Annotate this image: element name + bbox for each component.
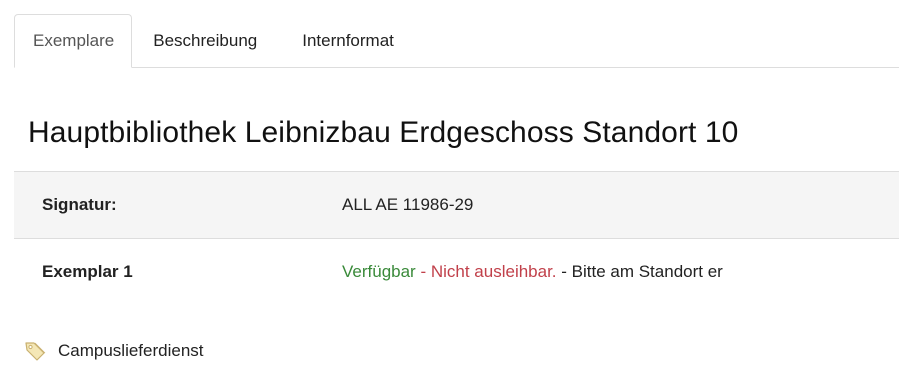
status-separator: - bbox=[415, 262, 431, 282]
tab-exemplare[interactable]: Exemplare bbox=[14, 14, 133, 68]
tab-bar: Exemplare Beschreibung Internformat bbox=[14, 14, 899, 68]
tab-beschreibung-label: Beschreibung bbox=[153, 30, 258, 50]
signature-row: Signatur: ALL AE 11986-29 bbox=[14, 171, 899, 239]
status-note: - Bitte am Standort er bbox=[556, 262, 723, 282]
tab-exemplare-label: Exemplare bbox=[33, 31, 115, 50]
campus-delivery-label: Campuslieferdienst bbox=[58, 341, 204, 360]
copy-label: Exemplar 1 bbox=[42, 262, 133, 282]
tab-internformat[interactable]: Internformat bbox=[257, 14, 394, 67]
signature-label: Signatur: bbox=[42, 195, 117, 214]
signature-value: ALL AE 11986-29 bbox=[342, 195, 474, 214]
copy-status: Verfügbar - Nicht ausleihbar. - Bitte am… bbox=[342, 239, 899, 306]
tab-internformat-label: Internformat bbox=[302, 30, 394, 50]
status-available: Verfügbar bbox=[342, 262, 416, 282]
campus-delivery-link[interactable]: Campuslieferdienst bbox=[24, 340, 204, 362]
tag-icon bbox=[24, 340, 46, 362]
status-not-loanable: Nicht ausleihbar. bbox=[430, 262, 557, 282]
copy-row: Exemplar 1 Verfügbar - Nicht ausleihbar.… bbox=[14, 238, 899, 306]
location-title: Hauptbibliothek Leibnizbau Erdgeschoss S… bbox=[28, 116, 739, 149]
tab-beschreibung[interactable]: Beschreibung bbox=[132, 14, 257, 67]
holdings-table: Signatur: ALL AE 11986-29 Exemplar 1 Ver… bbox=[14, 171, 899, 306]
